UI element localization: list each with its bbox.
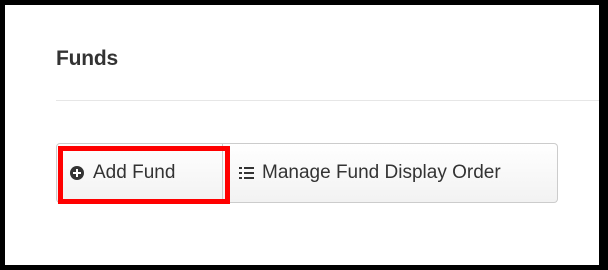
- page-title: Funds: [56, 47, 118, 70]
- list-icon: [239, 166, 254, 180]
- header-divider: [56, 100, 599, 101]
- plus-circle-icon: [70, 166, 84, 180]
- add-fund-label: Add Fund: [93, 162, 176, 183]
- add-fund-button[interactable]: Add Fund: [56, 143, 223, 203]
- frame-shadow-right: [599, 0, 608, 270]
- manage-fund-display-order-label: Manage Fund Display Order: [262, 162, 501, 183]
- fund-actions-button-group: Add Fund Manage Fund Display Order: [56, 143, 558, 203]
- frame-shadow-bottom: [0, 265, 608, 270]
- screenshot-frame: [0, 0, 608, 270]
- manage-fund-display-order-button[interactable]: Manage Fund Display Order: [223, 143, 558, 203]
